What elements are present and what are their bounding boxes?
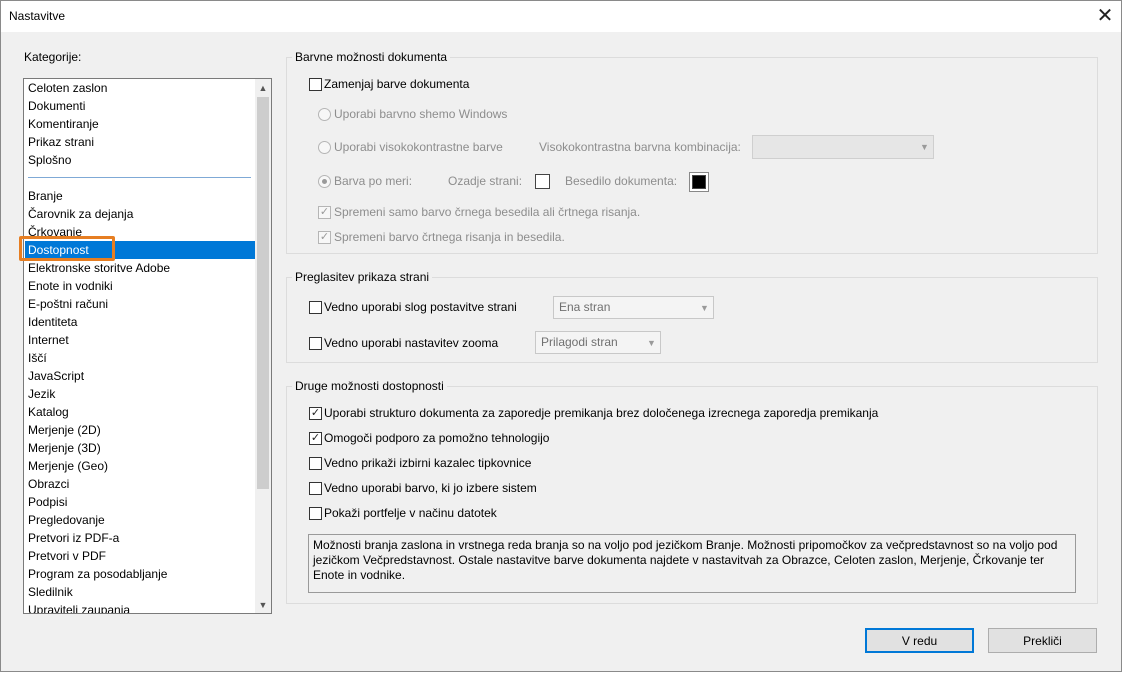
custom-color-radio[interactable] <box>318 175 331 188</box>
list-item[interactable]: Upravitelj zaupanja <box>28 601 130 613</box>
doc-colors-title: Barvne možnosti dokumenta <box>292 50 451 64</box>
line-art-checkbox[interactable]: ✓ <box>318 231 331 244</box>
doc-text-swatch-frame[interactable] <box>689 172 709 192</box>
custom-color-label: Barva po meri: <box>334 174 413 188</box>
scroll-thumb[interactable] <box>257 97 269 489</box>
list-item[interactable]: Internet <box>28 331 69 349</box>
high-contrast-radio[interactable] <box>318 141 331 154</box>
list-item[interactable]: Elektronske storitve Adobe <box>28 259 170 277</box>
cancel-button[interactable]: Prekliči <box>988 628 1097 653</box>
windows-scheme-radio[interactable] <box>318 108 331 121</box>
page-bg-label: Ozadje strani: <box>448 174 523 188</box>
page-display-group <box>286 277 1098 363</box>
page-display-title: Preglasitev prikaza strani <box>292 270 433 284</box>
windows-scheme-label: Uporabi barvno shemo Windows <box>334 107 508 121</box>
title-bar <box>1 1 1121 32</box>
layout-checkbox[interactable] <box>309 301 322 314</box>
list-item[interactable]: Obrazci <box>28 475 69 493</box>
high-contrast-label: Uporabi visokokontrastne barve <box>334 140 503 154</box>
zoom-value: Prilagodi stran <box>541 335 618 349</box>
other-options-title: Druge možnosti dostopnosti <box>292 379 447 393</box>
hc-combo-label: Visokokontrastna barvna kombinacija: <box>539 140 741 154</box>
list-item[interactable]: Podpisi <box>28 493 67 511</box>
list-separator <box>28 177 251 178</box>
scroll-down-icon[interactable]: ▼ <box>255 596 271 613</box>
categories-scrollbar[interactable]: ▲ ▼ <box>255 79 271 613</box>
doc-text-label: Besedilo dokumenta: <box>565 174 678 188</box>
list-item[interactable]: Merjenje (3D) <box>28 439 101 457</box>
list-item[interactable]: Merjenje (2D) <box>28 421 101 439</box>
list-item[interactable]: Dokumenti <box>28 97 85 115</box>
list-item[interactable]: Čarovnik za dejanja <box>28 205 133 223</box>
list-item[interactable]: Pregledovanje <box>28 511 105 529</box>
hc-combo-select[interactable]: ▼ <box>752 135 934 159</box>
list-item[interactable]: Iščí <box>28 349 47 367</box>
list-item[interactable]: Enote in vodniki <box>28 277 113 295</box>
scroll-up-icon[interactable]: ▲ <box>255 79 271 96</box>
structure-order-checkbox[interactable]: ✓ <box>309 407 322 420</box>
list-item[interactable]: Prikaz strani <box>28 133 94 151</box>
list-item[interactable]: Katalog <box>28 403 69 421</box>
ok-button[interactable]: V redu <box>865 628 974 653</box>
list-item[interactable]: Sledilnik <box>28 583 73 601</box>
only-black-checkbox[interactable]: ✓ <box>318 206 331 219</box>
list-item[interactable]: Program za posodabljanje <box>28 565 167 583</box>
portfolio-files-label: Pokaži portfelje v načinu datotek <box>324 506 497 520</box>
structure-order-label: Uporabi strukturo dokumenta za zaporedje… <box>324 406 879 420</box>
keyboard-cursor-label: Vedno prikaži izbirni kazalec tipkovnice <box>324 456 532 470</box>
layout-value: Ena stran <box>559 300 611 314</box>
replace-colors-checkbox[interactable] <box>309 78 322 91</box>
assistive-tech-checkbox[interactable]: ✓ <box>309 432 322 445</box>
layout-select[interactable]: Ena stran ▼ <box>553 296 714 319</box>
info-text: Možnosti branja zaslona in vrstnega reda… <box>308 534 1076 593</box>
replace-colors-label: Zamenjaj barve dokumenta <box>324 77 470 91</box>
list-item[interactable]: Komentiranje <box>28 115 99 133</box>
line-art-label: Spremeni barvo črtnega risanja in besedi… <box>334 230 565 244</box>
list-item[interactable]: Splošno <box>28 151 71 169</box>
zoom-select[interactable]: Prilagodi stran ▼ <box>535 331 661 354</box>
list-item[interactable]: Identiteta <box>28 313 77 331</box>
zoom-checkbox[interactable] <box>309 337 322 350</box>
assistive-tech-label: Omogoči podporo za pomožno tehnologijo <box>324 431 550 445</box>
list-item[interactable]: Celoten zaslon <box>28 79 107 97</box>
list-item[interactable]: E-poštni računi <box>28 295 108 313</box>
portfolio-files-checkbox[interactable] <box>309 507 322 520</box>
selection-highlight-outline <box>19 236 115 261</box>
categories-label: Kategorije: <box>24 50 82 64</box>
list-item[interactable]: Branje <box>28 187 63 205</box>
close-icon[interactable]: ✕ <box>1092 3 1118 29</box>
window-title: Nastavitve <box>9 9 66 23</box>
chevron-down-icon: ▼ <box>647 337 656 348</box>
list-item[interactable]: Merjenje (Geo) <box>28 457 108 475</box>
chevron-down-icon: ▼ <box>920 142 929 152</box>
doc-text-swatch <box>692 175 706 189</box>
list-item[interactable]: Pretvori iz PDF-a <box>28 529 119 547</box>
list-item[interactable]: Pretvori v PDF <box>28 547 106 565</box>
page-bg-swatch[interactable] <box>535 174 550 189</box>
layout-label: Vedno uporabi slog postavitve strani <box>324 300 517 314</box>
list-item[interactable]: Jezik <box>28 385 55 403</box>
system-color-label: Vedno uporabi barvo, ki jo izbere sistem <box>324 481 537 495</box>
zoom-label: Vedno uporabi nastavitev zooma <box>324 336 499 350</box>
system-color-checkbox[interactable] <box>309 482 322 495</box>
list-item[interactable]: JavaScript <box>28 367 84 385</box>
categories-listbox[interactable]: Celoten zaslon Dokumenti Komentiranje Pr… <box>23 78 272 614</box>
only-black-label: Spremeni samo barvo črnega besedila ali … <box>334 205 641 219</box>
keyboard-cursor-checkbox[interactable] <box>309 457 322 470</box>
chevron-down-icon: ▼ <box>700 302 709 313</box>
